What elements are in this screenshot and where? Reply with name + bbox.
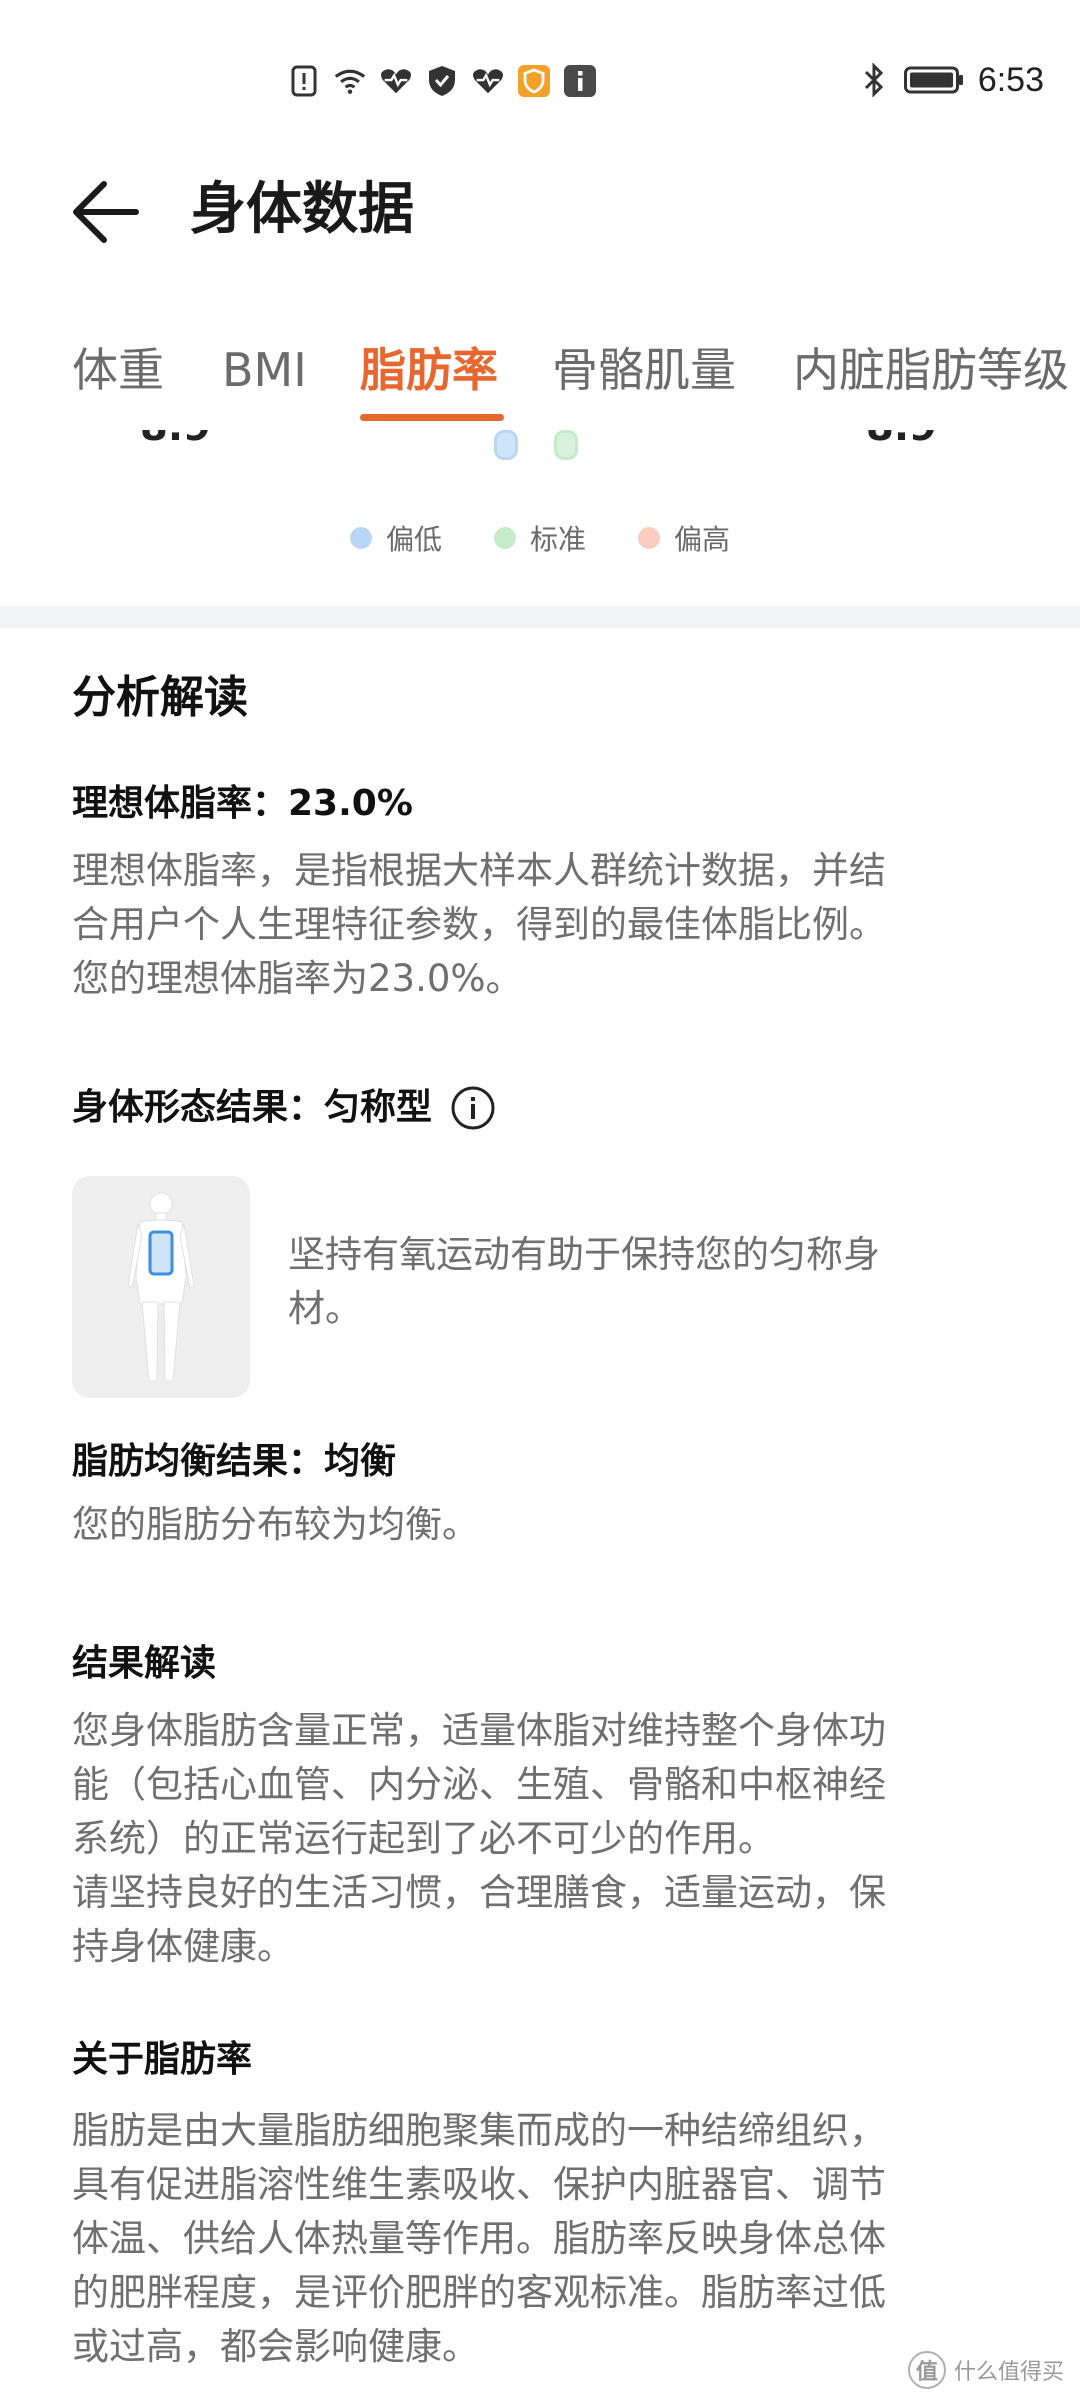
active-tab-indicator <box>360 414 504 421</box>
heart-rate-icon <box>380 65 412 97</box>
legend-item-low: 偏低 <box>349 518 442 558</box>
text-line: 具有促进脂溶性维生素吸收、保护内脏器官、调节 <box>72 2163 886 2206</box>
text-line: 材。 <box>288 1287 362 1330</box>
page-title: 身体数据 <box>190 177 414 242</box>
tab-bmi[interactable]: BMI <box>222 340 307 400</box>
tab-visceral-fat[interactable]: 内脏脂肪等级 <box>793 340 1069 400</box>
watermark: 值 什么值得买 <box>907 2351 1064 2389</box>
about-body-fat-heading: 关于脂肪率 <box>72 2039 253 2080</box>
text-line: 持身体健康。 <box>72 1925 294 1968</box>
chart-value-left: 8.9 <box>140 430 211 450</box>
legend-item-standard: 标准 <box>493 518 586 558</box>
text-line: 您的理想体脂率为23.0%。 <box>72 957 523 1000</box>
battery-icon <box>903 65 964 95</box>
alert-icon <box>288 65 320 97</box>
about-body-fat-description: 脂肪是由大量脂肪细胞聚集而成的一种结缔组织， 具有促进脂溶性维生素吸收、保护内脏… <box>72 2104 1012 2374</box>
heart-rate-icon <box>472 65 504 97</box>
info-app-icon <box>564 65 596 97</box>
status-bar: 6:53 <box>0 0 1080 150</box>
interpretation-description: 您身体脂肪含量正常，适量体脂对维持整个身体功 能（包括心血管、内分泌、生殖、骨骼… <box>72 1704 1012 1974</box>
chart-marker-low <box>494 430 518 460</box>
rating-shield-icon <box>518 65 550 97</box>
notification-icons <box>288 58 596 104</box>
fat-balance-description: 您的脂肪分布较为均衡。 <box>72 1498 1012 1552</box>
ideal-body-fat-heading: 理想体脂率：23.0% <box>72 783 413 824</box>
body-shape-heading: 身体形态结果：匀称型 <box>72 1087 433 1128</box>
legend-label-high: 偏高 <box>674 523 731 556</box>
tab-bar: 体重 BMI 脂肪率 骨骼肌量 内脏脂肪等级 <box>0 330 1080 430</box>
watermark-badge: 值 <box>907 2351 946 2389</box>
text-line: 系统）的正常运行起到了必不可少的作用。 <box>72 1817 775 1860</box>
tab-weight[interactable]: 体重 <box>72 340 164 400</box>
arrow-left-icon <box>73 181 139 243</box>
tab-body-fat[interactable]: 脂肪率 <box>360 340 498 400</box>
shield-icon <box>426 65 458 97</box>
legend-dot-low <box>349 527 372 549</box>
text-line: 体温、供给人体热量等作用。脂肪率反映身体总体 <box>72 2217 886 2260</box>
wifi-icon <box>334 65 366 97</box>
text-line: 您身体脂肪含量正常，适量体脂对维持整个身体功 <box>72 1709 886 1752</box>
system-status: 6:53 <box>858 55 1044 105</box>
clock: 6:53 <box>977 60 1044 99</box>
info-icon[interactable] <box>450 1085 496 1131</box>
text-line: 理想体脂率，是指根据大样本人群统计数据，并结 <box>72 849 886 892</box>
back-button[interactable] <box>64 170 148 254</box>
legend-item-high: 偏高 <box>638 518 730 558</box>
text-line: 坚持有氧运动有助于保持您的匀称身 <box>288 1233 880 1276</box>
analysis-title: 分析解读 <box>72 672 248 723</box>
text-line: 能（包括心血管、内分泌、生殖、骨骼和中枢神经 <box>72 1763 886 1806</box>
legend-dot-high <box>638 527 660 549</box>
screen: 6:53 身体数据 体重 BMI 脂肪率 骨骼肌量 内脏脂肪等级 8.9 8.9… <box>0 0 1080 2399</box>
text-line: 请坚持良好的生活习惯，合理膳食，适量运动，保 <box>72 1871 886 1914</box>
interpretation-heading: 结果解读 <box>72 1643 217 1684</box>
body-shape-card <box>72 1176 250 1398</box>
legend-label-standard: 标准 <box>529 523 586 556</box>
bluetooth-icon <box>858 63 890 97</box>
text-line: 或过高，都会影响健康。 <box>72 2325 479 2368</box>
tab-skeletal-muscle[interactable]: 骨骼肌量 <box>552 340 736 400</box>
legend-dot-standard <box>493 527 516 549</box>
chart-value-right: 8.9 <box>866 430 937 450</box>
body-shape-description: 坚持有氧运动有助于保持您的匀称身 材。 <box>288 1228 988 1336</box>
text-line: 您的脂肪分布较为均衡。 <box>72 1503 479 1546</box>
text-line: 合用户个人生理特征参数，得到的最佳体脂比例。 <box>72 903 886 946</box>
legend-label-low: 偏低 <box>385 523 442 556</box>
chart-legend: 偏低 标准 偏高 <box>0 518 1080 558</box>
section-divider <box>0 606 1080 628</box>
app-header: 身体数据 <box>0 150 1080 270</box>
watermark-text: 什么值得买 <box>953 2360 1064 2385</box>
chart-marker-standard <box>554 430 578 460</box>
body-figure-icon <box>127 1192 195 1382</box>
chart-peek: 8.9 8.9 <box>0 430 1080 470</box>
text-line: 脂肪是由大量脂肪细胞聚集而成的一种结缔组织， <box>72 2109 886 2152</box>
ideal-body-fat-description: 理想体脂率，是指根据大样本人群统计数据，并结 合用户个人生理特征参数，得到的最佳… <box>72 844 1012 1006</box>
body-shape-heading-row: 身体形态结果：匀称型 <box>72 1082 496 1134</box>
text-line: 的肥胖程度，是评价肥胖的客观标准。脂肪率过低 <box>72 2271 886 2314</box>
fat-balance-heading: 脂肪均衡结果：均衡 <box>72 1441 397 1482</box>
